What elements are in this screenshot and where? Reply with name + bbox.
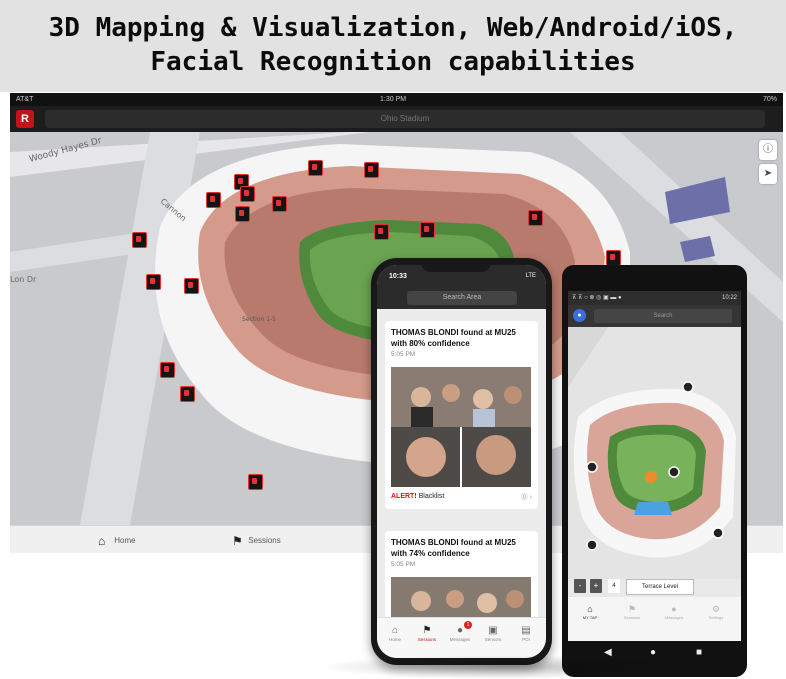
venue-search-field[interactable]: Ohio Stadium: [45, 110, 765, 128]
tab-settings[interactable]: ⚙ Settings: [702, 603, 730, 620]
camera-marker[interactable]: [146, 274, 161, 290]
android-bottom-nav: ⌂ MY TAP ⚑ Sessions ● Messages ⚙ Setting…: [568, 597, 741, 641]
tab-label: MY TAP: [582, 615, 598, 620]
camera-marker[interactable]: [272, 196, 287, 212]
camera-marker[interactable]: [184, 278, 199, 294]
tab-sessions[interactable]: ⚑ Sessions: [412, 624, 442, 642]
camera-marker[interactable]: [528, 210, 543, 226]
camera-marker[interactable]: [420, 222, 435, 238]
iphone-signal: LTE: [525, 273, 536, 279]
tab-label: Messages: [664, 615, 684, 620]
level-selector[interactable]: Terrace Level: [626, 579, 694, 595]
tab-home[interactable]: ⌂ Home: [98, 534, 136, 548]
unread-badge: 1: [464, 621, 472, 629]
iphone-status-time: 10:33: [389, 273, 407, 280]
camera-marker[interactable]: [308, 160, 323, 176]
app-logo[interactable]: R: [16, 110, 34, 128]
tab-sessions[interactable]: ⚑ Sessions: [232, 534, 281, 548]
crowd-photo: [391, 577, 531, 621]
android-device: ⊼ ⊼ ○ ⊗ ◎ ▣ ▬ ● 10:22 ● Search - + 4 Ter…: [562, 265, 747, 677]
locate-me-button[interactable]: ➤: [759, 164, 777, 184]
android-search-input[interactable]: Search: [594, 309, 732, 323]
gear-icon: ⚙: [711, 604, 721, 614]
ipad-status-bar: AT&T 1:30 PM 70%: [10, 93, 783, 106]
blacklist-alert: ALERT! Blacklist: [391, 493, 444, 500]
detection-card[interactable]: THOMAS BLONDI found at MU25 with 74% con…: [385, 531, 538, 621]
tab-label: Sensors: [484, 637, 502, 642]
map-info-button[interactable]: ⓘ: [759, 140, 777, 160]
camera-marker[interactable]: [206, 192, 221, 208]
carrier-label: AT&T: [16, 96, 34, 103]
tab-sessions[interactable]: ⚑ Sessions: [618, 603, 646, 620]
tab-label: Sessions: [623, 615, 641, 620]
face-capture-photo[interactable]: [391, 577, 531, 621]
card-chevron-icon[interactable]: ⓪ ›: [521, 492, 532, 502]
android-status-bar: ⊼ ⊼ ○ ⊗ ◎ ▣ ▬ ● 10:22: [568, 291, 741, 305]
iphone-screen: 10:33 LTE Search Area THOMAS BLONDI foun…: [377, 265, 546, 658]
tab-label: POI: [522, 637, 530, 642]
tab-label: Settings: [708, 615, 724, 620]
iphone-tab-bar: ⌂ Home ⚑ Sessions ● Messages 1 ▣ Sensors…: [377, 617, 546, 658]
detection-card[interactable]: THOMAS BLONDI found at MU25 with 80% con…: [385, 321, 538, 509]
camera-marker[interactable]: [606, 250, 621, 266]
home-icon: ⌂: [98, 534, 106, 548]
iphone-notch: [421, 258, 491, 272]
status-icons: ⊼ ⊼ ○ ⊗ ◎ ▣ ▬ ●: [572, 295, 622, 301]
home-icon: ⌂: [391, 625, 399, 636]
alert-text: Blacklist: [418, 493, 445, 500]
camera-marker[interactable]: [180, 386, 195, 402]
camera-marker[interactable]: [374, 224, 389, 240]
floor-number: 4: [608, 579, 620, 593]
app-logo[interactable]: ●: [573, 309, 586, 322]
flag-icon: ⚑: [422, 625, 432, 636]
tab-label: Home: [388, 637, 401, 642]
chat-icon: ●: [671, 604, 677, 614]
tab-home-label: Home: [114, 536, 136, 546]
flag-icon: ⚑: [232, 534, 243, 548]
section-label: Section 1-5: [242, 316, 276, 323]
iphone-device: 10:33 LTE Search Area THOMAS BLONDI foun…: [371, 258, 552, 665]
crowd-photo: [391, 367, 531, 487]
banner-title-line1: 3D Mapping & Visualization, Web/Android/…: [48, 13, 738, 43]
header-banner: 3D Mapping & Visualization, Web/Android/…: [0, 0, 786, 92]
flag-icon: ⚑: [627, 604, 637, 614]
tab-my-tap[interactable]: ⌂ MY TAP: [576, 603, 604, 620]
street-label-lon-dr: Lon Dr: [10, 275, 37, 284]
list-icon: ▤: [521, 625, 531, 636]
search-area-input[interactable]: Search Area: [407, 291, 517, 305]
tab-poi[interactable]: ▤ POI: [511, 624, 541, 642]
detection-time: 5:05 PM: [391, 561, 416, 568]
camera-marker[interactable]: [248, 474, 263, 490]
detection-title: THOMAS BLONDI found at MU25 with 80% con…: [391, 328, 516, 348]
camera-marker[interactable]: [160, 362, 175, 378]
tab-label: Sessions: [417, 637, 437, 642]
tab-label: Messages: [449, 637, 471, 642]
battery-level: 70%: [762, 96, 777, 103]
device-shadow: [318, 655, 698, 679]
detection-time: 5:05 PM: [391, 351, 416, 358]
tab-sensors[interactable]: ▣ Sensors: [478, 624, 508, 642]
android-app-bar: ● Search: [568, 305, 741, 327]
tab-messages[interactable]: ● Messages: [660, 603, 688, 620]
status-time: 1:30 PM: [380, 96, 407, 103]
ipad-nav-bar: R Ohio Stadium: [10, 106, 783, 132]
camera-marker[interactable]: [240, 186, 255, 202]
alert-label: ALERT!: [391, 493, 417, 500]
android-screen: ⊼ ⊼ ○ ⊗ ◎ ▣ ▬ ● 10:22 ● Search - + 4 Ter…: [568, 291, 741, 641]
camera-marker[interactable]: [132, 232, 147, 248]
sensor-icon: ▣: [488, 625, 498, 636]
tab-sessions-label: Sessions: [248, 536, 281, 546]
banner-title-line2: Facial Recognition capabilities: [150, 47, 636, 77]
detection-title: THOMAS BLONDI found at MU25 with 74% con…: [391, 538, 516, 558]
face-capture-photo[interactable]: [391, 367, 531, 487]
camera-marker[interactable]: [235, 206, 250, 222]
android-stadium-map[interactable]: [568, 327, 741, 579]
android-status-time: 10:22: [721, 295, 737, 301]
camera-marker[interactable]: [364, 162, 379, 178]
floor-up-button[interactable]: +: [590, 579, 602, 593]
home-icon: ⌂: [587, 604, 593, 614]
tab-home[interactable]: ⌂ Home: [380, 624, 410, 642]
tab-messages[interactable]: ● Messages 1: [445, 621, 475, 642]
floor-down-button[interactable]: -: [574, 579, 586, 593]
